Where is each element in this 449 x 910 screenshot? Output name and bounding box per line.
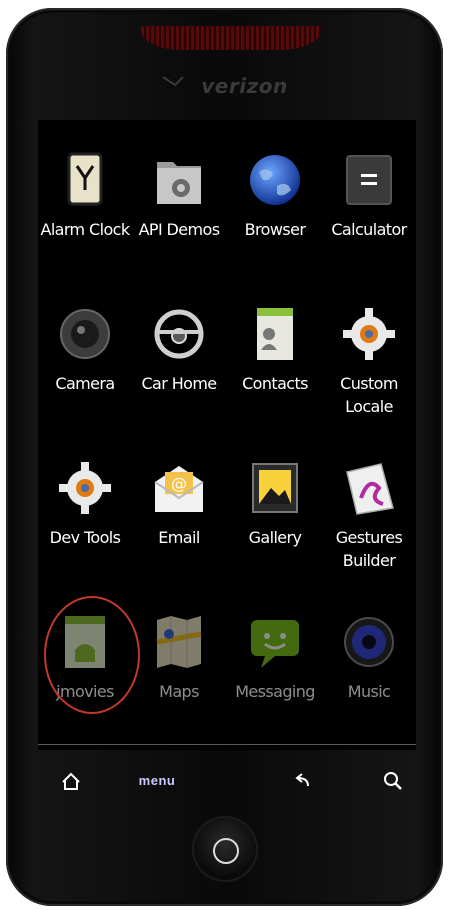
app-label: Camera [55,374,115,393]
steering-wheel-icon [149,304,209,364]
back-softkey[interactable] [286,766,316,796]
app-camera[interactable]: Camera [38,304,132,395]
gestures-icon [339,458,399,518]
search-icon [384,772,402,790]
app-dev-tools[interactable]: Dev Tools [38,458,132,549]
app-label: Calculator [331,220,407,239]
app-label: Gestures Builder [335,528,403,570]
chat-bubble-icon [245,612,305,672]
android-app-icon [55,612,115,672]
app-label: Maps [159,682,199,701]
app-calculator[interactable]: Calculator [322,150,416,241]
app-car-home[interactable]: Car Home [132,304,226,395]
home-icon [62,772,80,790]
carrier-logo: verizon [6,74,443,98]
app-gallery[interactable]: Gallery [228,458,322,549]
app-label: Browser [244,220,306,239]
app-label: Gallery [248,528,302,547]
app-label: Alarm Clock [40,220,130,239]
app-grid: Alarm Clock API Demos Browser Calculator… [38,120,416,750]
alarm-clock-icon [55,150,115,210]
menu-softkey[interactable]: menu [132,766,182,796]
soft-key-bar: menu [38,756,416,806]
app-label: Custom Locale [340,374,398,416]
app-gestures-builder[interactable]: Gestures Builder [322,458,416,572]
app-maps[interactable]: Maps [132,612,226,703]
hardware-home-button[interactable] [194,818,256,880]
carrier-check-icon [162,76,184,87]
envelope-icon: @ [149,458,209,518]
app-label: Messaging [235,682,315,701]
globe-icon [245,150,305,210]
search-softkey[interactable] [378,766,408,796]
app-label: Email [158,528,200,547]
app-jmovies[interactable]: jmovies [38,612,132,703]
calculator-icon [339,150,399,210]
gear-icon [339,304,399,364]
carrier-name: verizon [201,74,288,98]
app-alarm-clock[interactable]: Alarm Clock [38,150,132,241]
app-api-demos[interactable]: API Demos [132,150,226,241]
app-label: Dev Tools [49,528,121,547]
home-softkey[interactable] [56,766,86,796]
picture-icon [245,458,305,518]
speaker-icon [339,612,399,672]
app-music[interactable]: Music [322,612,416,703]
map-icon [149,612,209,672]
home-button-ring [213,838,239,864]
divider [38,744,416,745]
back-arrow-icon [295,773,309,787]
svg-text:@: @ [171,474,187,493]
app-browser[interactable]: Browser [228,150,322,241]
app-label: API Demos [138,220,220,239]
app-label: Contacts [242,374,308,393]
app-messaging[interactable]: Messaging [228,612,322,703]
gear-icon [55,458,115,518]
earpiece-speaker [141,26,321,50]
app-custom-locale[interactable]: Custom Locale [322,304,416,418]
contacts-icon [245,304,305,364]
app-drawer: Alarm Clock API Demos Browser Calculator… [38,120,416,750]
app-label: Music [347,682,391,701]
folder-gear-icon [149,150,209,210]
menu-label: menu [138,773,176,788]
app-contacts[interactable]: Contacts [228,304,322,395]
app-label: jmovies [56,682,114,701]
app-label: Car Home [141,374,217,393]
app-email[interactable]: @ Email [132,458,226,549]
camera-icon [55,304,115,364]
